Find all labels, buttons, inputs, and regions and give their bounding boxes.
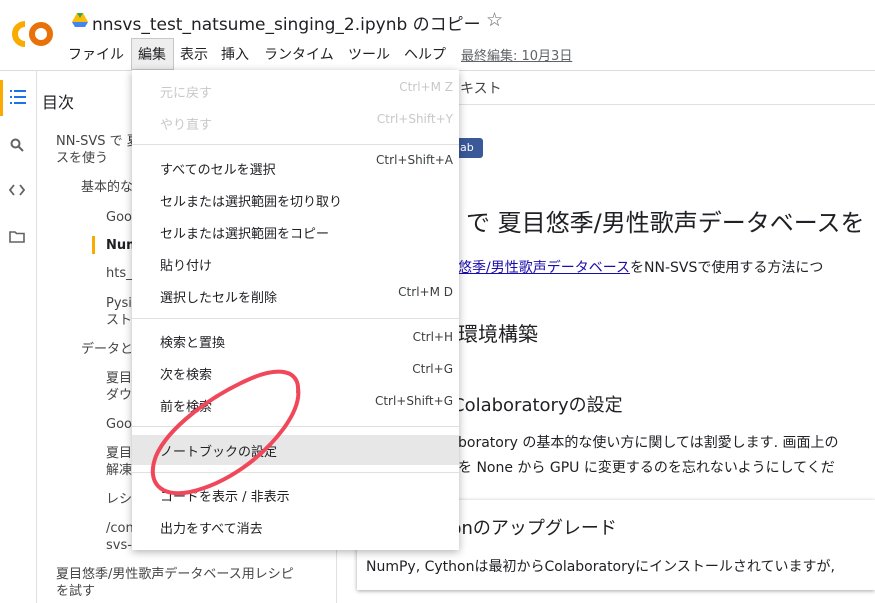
menu-file[interactable]: ファイル	[68, 44, 124, 64]
toc-item[interactable]: 解凍	[106, 462, 132, 479]
last-edit-link[interactable]: 最終編集: 10月3日	[461, 45, 572, 64]
rail-active-indicator	[0, 80, 3, 116]
menu-delete-label: 選択したセルを削除	[160, 291, 278, 306]
menu-find-next-label: 次を検索	[160, 368, 213, 383]
menu-insert[interactable]: 挿入	[221, 44, 249, 64]
edit-menu-dropdown: 元に戻す Ctrl+M Z やり直す Ctrl+Shift+Y すべてのセルを選…	[132, 70, 459, 550]
toc-icon[interactable]	[10, 90, 26, 104]
menu-tools[interactable]: ツール	[348, 44, 390, 64]
menu-notebook-settings-label: ノートブックの設定	[160, 445, 278, 460]
toc-item[interactable]: 夏目悠季/男性歌声データベース用レシピ	[56, 566, 294, 583]
toc-item[interactable]: Pysi	[106, 295, 132, 312]
menu-toggle-code-label: コードを表示 / 非表示	[160, 490, 290, 505]
toc-item[interactable]: 夏目	[106, 370, 132, 387]
menu-undo-label: 元に戻す	[160, 86, 213, 101]
menu-paste-label: 貼り付け	[160, 259, 213, 274]
code-snippets-icon[interactable]	[9, 184, 25, 196]
menu-select-all-label: すべてのセルを選択	[160, 163, 276, 178]
menu-help[interactable]: ヘルプ	[404, 44, 446, 64]
database-link[interactable]: 悠季/男性歌声データベース	[458, 260, 630, 276]
toc-item[interactable]: NN-SVS で 夏	[56, 133, 140, 150]
menu-copy-label: セルまたは選択範囲をコピー	[160, 227, 330, 242]
menu-separator	[132, 426, 459, 427]
heading-2: 環境構築	[458, 322, 538, 346]
menu-separator	[132, 472, 459, 473]
paragraph-line: を None から GPU に変更するのを忘れないようにしてくだ	[458, 460, 835, 476]
menu-find-previous[interactable]: 前を検索 Ctrl+Shift+G	[132, 390, 459, 420]
menu-view[interactable]: 表示	[180, 44, 208, 64]
toc-title: 目次	[42, 93, 75, 112]
toc-item[interactable]: データと	[81, 341, 133, 358]
menu-find-next-shortcut: Ctrl+G	[412, 362, 453, 376]
menu-select-all-shortcut: Ctrl+Shift+A	[376, 153, 453, 167]
intro-paragraph: 悠季/男性歌声データベースをNN-SVSで使用する方法につ	[458, 257, 823, 277]
heading-1: で 夏目悠季/男性歌声データベースを	[466, 209, 865, 237]
menu-redo-shortcut: Ctrl+Shift+Y	[376, 112, 453, 126]
menu-find-replace-shortcut: Ctrl+H	[412, 330, 453, 344]
menu-copy-cell[interactable]: セルまたは選択範囲をコピー	[132, 217, 459, 247]
menu-undo[interactable]: 元に戻す Ctrl+M Z	[132, 76, 459, 106]
menu-find-next[interactable]: 次を検索 Ctrl+G	[132, 358, 459, 388]
files-folder-icon[interactable]	[9, 230, 25, 243]
menu-redo-label: やり直す	[160, 118, 213, 133]
cell-paragraph: NumPy, Cythonは最初からColaboratoryにインストールされて…	[366, 559, 835, 575]
toc-item[interactable]: スを使う	[56, 150, 108, 167]
menu-notebook-settings[interactable]: ノートブックの設定	[132, 435, 459, 465]
toc-active-indicator	[92, 236, 95, 254]
toc-item[interactable]: ダウ	[106, 387, 132, 404]
toc-item[interactable]: を試す	[56, 583, 95, 600]
toc-item[interactable]: hts_	[106, 265, 133, 282]
menu-cut-label: セルまたは選択範囲を切り取り	[160, 195, 343, 210]
menu-find-replace[interactable]: 検索と置換 Ctrl+H	[132, 326, 459, 356]
menu-redo[interactable]: やり直す Ctrl+Shift+Y	[132, 108, 459, 138]
toc-item[interactable]: svs-	[106, 537, 132, 554]
menu-clear-outputs-label: 出力をすべて消去	[160, 522, 263, 537]
add-text-button[interactable]: キスト	[460, 78, 502, 98]
heading-3: Colaboratoryの設定	[452, 395, 623, 416]
intro-paragraph-rest: をNN-SVSで使用する方法につ	[630, 260, 824, 276]
paragraph-line: boratory の基本的な使い方に関しては割愛します. 画面上の	[458, 435, 839, 451]
menu-separator	[132, 318, 459, 319]
heading-3-cell: thonのアップグレード	[432, 518, 617, 539]
menu-find-previous-shortcut: Ctrl+Shift+G	[374, 394, 453, 408]
menu-edit[interactable]: 編集	[138, 44, 166, 64]
header-bar: nnsvs_test_natsume_singing_2.ipynb のコピー …	[0, 0, 875, 71]
colab-logo-icon[interactable]	[8, 16, 56, 52]
toc-item[interactable]: Goo	[106, 416, 132, 433]
menu-clear-all-outputs[interactable]: 出力をすべて消去	[132, 512, 459, 542]
drive-icon[interactable]	[72, 13, 88, 27]
menu-toggle-code[interactable]: コードを表示 / 非表示	[132, 480, 459, 510]
notebook-title[interactable]: nnsvs_test_natsume_singing_2.ipynb のコピー	[92, 10, 481, 35]
toc-item[interactable]: /con	[106, 520, 134, 537]
menu-find-previous-label: 前を検索	[160, 400, 213, 415]
menu-undo-shortcut: Ctrl+M Z	[399, 80, 453, 94]
open-in-colab-badge[interactable]: lab	[455, 138, 483, 158]
menu-delete-cells[interactable]: 選択したセルを削除 Ctrl+M D	[132, 281, 459, 311]
menu-select-all-cells[interactable]: すべてのセルを選択 Ctrl+Shift+A	[132, 153, 459, 183]
toc-item[interactable]: レシ	[106, 491, 132, 508]
menu-runtime[interactable]: ランタイム	[264, 44, 334, 64]
menu-cut-cell[interactable]: セルまたは選択範囲を切り取り	[132, 185, 459, 215]
menu-paste[interactable]: 貼り付け	[132, 249, 459, 279]
toc-item[interactable]: Goo	[106, 209, 132, 226]
toc-item[interactable]: 夏目	[106, 445, 132, 462]
star-icon[interactable]: ☆	[486, 9, 503, 31]
menu-find-replace-label: 検索と置換	[160, 336, 226, 351]
toc-item[interactable]: 基本的な	[81, 179, 133, 196]
menu-delete-shortcut: Ctrl+M D	[398, 285, 453, 299]
toc-item[interactable]: スト	[106, 312, 132, 329]
menu-separator	[132, 144, 459, 145]
search-icon[interactable]	[10, 138, 24, 152]
